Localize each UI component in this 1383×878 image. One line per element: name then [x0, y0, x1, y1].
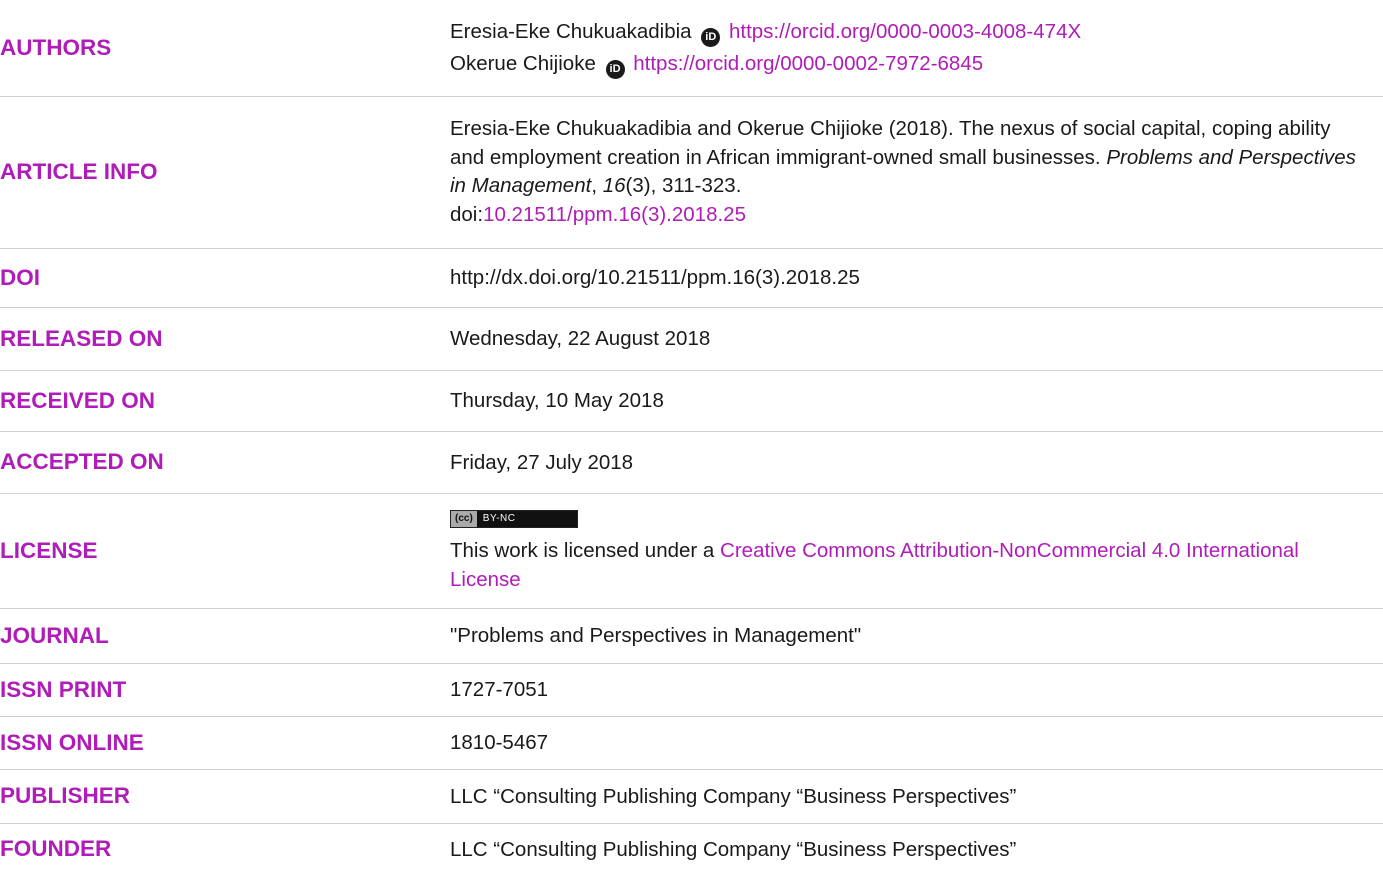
publisher-label: PUBLISHER	[0, 783, 131, 808]
article-info-value: Eresia-Eke Chukuakadibia and Okerue Chij…	[450, 96, 1383, 248]
issn-online-value: 1810-5467	[450, 731, 549, 754]
received-on-value: Thursday, 10 May 2018	[450, 389, 664, 412]
row-publisher: PUBLISHER LLC “Consulting Publishing Com…	[0, 769, 1383, 823]
citation-volume: 16	[602, 174, 626, 197]
doi-prefix: doi:	[450, 202, 484, 226]
orcid-id-icon: iD	[605, 59, 625, 79]
row-received-on: RECEIVED ON Thursday, 10 May 2018	[0, 370, 1383, 431]
row-article-info: ARTICLE INFO Eresia-Eke Chukuakadibia an…	[0, 96, 1383, 248]
issn-online-label: ISSN ONLINE	[0, 729, 144, 755]
founder-value: LLC “Consulting Publishing Company “Busi…	[450, 837, 1017, 861]
received-on-label: RECEIVED ON	[0, 387, 156, 413]
orcid-id-icon: iD	[701, 27, 721, 47]
author-name: Okerue Chijioke	[450, 51, 596, 75]
citation-doi-link[interactable]: 10.21511/ppm.16(3).2018.25	[483, 203, 746, 226]
cc-badge-cc: (cc)	[451, 511, 477, 527]
released-on-label: RELEASED ON	[0, 325, 163, 351]
issn-print-value: 1727-7051	[450, 678, 549, 701]
row-issn-print: ISSN PRINT 1727-7051	[0, 663, 1383, 716]
publisher-value: LLC “Consulting Publishing Company “Busi…	[450, 784, 1017, 808]
citation-separator: ,	[591, 174, 603, 197]
author-orcid-link[interactable]: https://orcid.org/0000-0002-7972-6845	[633, 52, 983, 75]
author-orcid-link[interactable]: https://orcid.org/0000-0003-4008-474X	[729, 20, 1081, 43]
row-issn-online: ISSN ONLINE 1810-5467	[0, 716, 1383, 769]
author-entry: Eresia-Eke Chukuakadibia iD https://orci…	[450, 16, 1383, 48]
accepted-on-label: ACCEPTED ON	[0, 449, 164, 474]
license-label: LICENSE	[0, 537, 98, 563]
authors-value: Eresia-Eke Chukuakadibia iD https://orci…	[450, 0, 1383, 96]
author-entry: Okerue Chijioke iD https://orcid.org/000…	[450, 48, 1383, 80]
license-text: This work is licensed under a	[450, 539, 721, 562]
doi-label: DOI	[0, 264, 41, 290]
row-journal: JOURNAL "Problems and Perspectives in Ma…	[0, 608, 1383, 663]
issn-print-label: ISSN PRINT	[0, 676, 127, 702]
authors-label: AUTHORS	[0, 34, 112, 60]
author-name: Eresia-Eke Chukuakadibia	[450, 19, 692, 43]
row-founder: FOUNDER LLC “Consulting Publishing Compa…	[0, 823, 1383, 875]
citation-issue-pages: (3), 311-323.	[625, 174, 742, 197]
journal-label: JOURNAL	[0, 622, 109, 648]
accepted-on-value: Friday, 27 July 2018	[450, 450, 634, 474]
doi-value: http://dx.doi.org/10.21511/ppm.16(3).201…	[450, 266, 860, 289]
row-accepted-on: ACCEPTED ON Friday, 27 July 2018	[0, 431, 1383, 493]
row-doi: DOI http://dx.doi.org/10.21511/ppm.16(3)…	[0, 248, 1383, 307]
cc-by-nc-badge[interactable]: (cc) BY-NC	[450, 510, 578, 528]
founder-label: FOUNDER	[0, 836, 112, 862]
journal-value: "Problems and Perspectives in Management…	[450, 624, 862, 647]
row-authors: AUTHORS Eresia-Eke Chukuakadibia iD http…	[0, 0, 1383, 96]
row-license: LICENSE (cc) BY-NC This work is licensed …	[0, 493, 1383, 608]
article-info-label: ARTICLE INFO	[0, 159, 158, 184]
article-metadata-table: AUTHORS Eresia-Eke Chukuakadibia iD http…	[0, 0, 1383, 875]
article-metadata-page: AUTHORS Eresia-Eke Chukuakadibia iD http…	[0, 0, 1383, 878]
row-released-on: RELEASED ON Wednesday, 22 August 2018	[0, 307, 1383, 370]
released-on-value: Wednesday, 22 August 2018	[450, 327, 711, 350]
license-value: (cc) BY-NC This work is licensed under a …	[450, 493, 1383, 608]
cc-badge-text: BY-NC	[482, 513, 516, 524]
